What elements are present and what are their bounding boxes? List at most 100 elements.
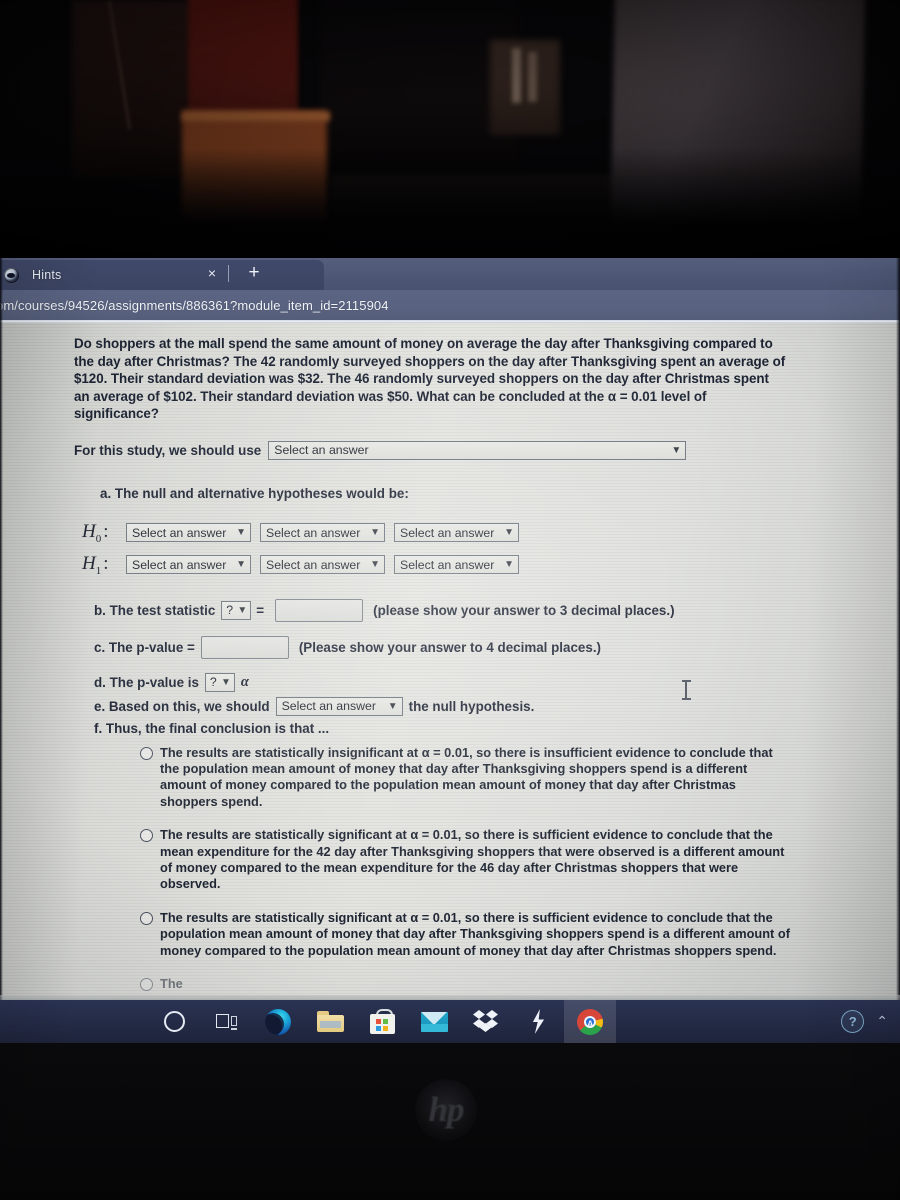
part-b-hint: (please show your answer to 3 decimal pl… — [373, 602, 675, 618]
address-bar-url: om/courses/94526/assignments/886361?modu… — [0, 297, 389, 313]
h0-subscript: 0 — [95, 532, 102, 545]
radio-button-icon[interactable] — [140, 829, 153, 843]
taskbar-item-microsoft-store[interactable] — [356, 1000, 408, 1043]
task-view-icon — [215, 1013, 237, 1030]
file-explorer-icon — [316, 1011, 344, 1032]
chevron-down-icon: ▼ — [236, 559, 246, 571]
dark-room-photo-region — [0, 0, 900, 258]
conclusion-option-2[interactable]: The results are statistically significan… — [140, 827, 795, 893]
chevron-down-icon: ▼ — [671, 444, 682, 456]
test-statistic-input[interactable] — [275, 598, 364, 622]
taskbar-item-chrome[interactable]: A — [564, 1000, 616, 1043]
radio-button-icon[interactable] — [140, 746, 153, 760]
h1-colon: : — [103, 552, 109, 574]
conclusion-option-4[interactable]: The — [140, 976, 795, 992]
chrome-icon: A — [577, 1008, 603, 1035]
taskbar-item-edge[interactable] — [252, 1000, 304, 1043]
system-tray: ? ⌃ — [841, 1000, 888, 1043]
conclusion-option-3-text: The results are statistically significan… — [160, 909, 790, 958]
h0-select-2-value: Select an answer — [266, 525, 361, 540]
new-tab-icon[interactable]: + — [243, 262, 265, 284]
close-icon[interactable]: × — [203, 264, 221, 282]
mail-icon — [420, 1011, 448, 1032]
h0-select-1[interactable]: Select an answer ▼ — [126, 523, 251, 543]
chevron-down-icon: ▼ — [387, 700, 398, 712]
chevron-down-icon: ▼ — [504, 559, 514, 571]
part-d-row: d. The p-value is ? ▼ α — [94, 672, 870, 692]
chrome-profile-badge: A — [587, 1018, 594, 1029]
globe-icon — [4, 267, 19, 283]
h1-select-3[interactable]: Select an answer ▼ — [394, 555, 519, 575]
h1-select-2[interactable]: Select an answer ▼ — [260, 555, 385, 575]
h1-select-2-value: Select an answer — [266, 557, 361, 572]
h0-select-3[interactable]: Select an answer ▼ — [394, 523, 519, 543]
assignment-page: Do shoppers at the mall spend the same a… — [0, 323, 900, 1000]
p-value-comparison-value: ? — [209, 675, 217, 690]
test-statistic-type-value: ? — [226, 603, 234, 618]
screenshot-root: Hints × + om/courses/94526/assignments/8… — [0, 0, 900, 1200]
study-type-select[interactable]: Select an answer ▼ — [268, 440, 687, 460]
taskbar-item-mail[interactable] — [408, 1000, 460, 1043]
part-e-label: e. Based on this, we should — [94, 698, 270, 714]
study-prompt-label: For this study, we should use — [74, 442, 262, 458]
help-icon[interactable]: ? — [841, 1010, 865, 1033]
steps-block: b. The test statistic ? ▼ = (please show… — [94, 598, 870, 736]
decision-select-value: Select an answer — [281, 699, 376, 714]
browser-tab-hints[interactable]: Hints — [0, 260, 324, 290]
taskbar-item-cortana[interactable] — [148, 1000, 200, 1043]
address-bar[interactable]: om/courses/94526/assignments/886361?modu… — [0, 290, 900, 320]
windows-taskbar: A ? ⌃ — [0, 995, 900, 1043]
conclusion-option-3[interactable]: The results are statistically significan… — [140, 910, 795, 959]
microsoft-store-icon — [369, 1009, 395, 1034]
p-value-input[interactable] — [200, 635, 289, 659]
conclusion-option-1[interactable]: The results are statistically insignific… — [140, 745, 795, 811]
taskbar-item-task-view[interactable] — [200, 1000, 252, 1043]
part-d-alpha-symbol: α — [240, 673, 249, 690]
chevron-down-icon: ▼ — [370, 527, 380, 539]
h1-select-1-value: Select an answer — [132, 557, 227, 572]
part-a-label: a. The null and alternative hypotheses w… — [100, 485, 409, 501]
conclusion-options: The results are statistically insignific… — [140, 745, 870, 993]
edge-icon — [265, 1008, 291, 1035]
taskbar-icons: A — [148, 1000, 616, 1043]
problem-statement: Do shoppers at the mall spend the same a… — [74, 336, 786, 422]
tab-divider — [228, 265, 229, 282]
hypothesis-row-alt: H1: Select an answer ▼ Select an answer … — [82, 553, 870, 577]
taskbar-item-file-explorer[interactable] — [304, 1000, 356, 1043]
p-value-comparison-select[interactable]: ? ▼ — [204, 672, 235, 692]
h1-select-1[interactable]: Select an answer ▼ — [126, 555, 251, 575]
tab-strip: Hints × + — [0, 258, 900, 290]
chevron-down-icon: ▼ — [236, 527, 246, 539]
h1-label: H1: — [82, 552, 109, 577]
h0-select-1-value: Select an answer — [132, 525, 227, 540]
part-c-label: c. The p-value = — [94, 639, 195, 655]
screen-edge-right — [896, 258, 900, 1000]
browser-window: Hints × + om/courses/94526/assignments/8… — [0, 258, 900, 1000]
h1-subscript: 1 — [95, 564, 102, 577]
part-e-suffix: the null hypothesis. — [408, 698, 535, 714]
h0-select-2[interactable]: Select an answer ▼ — [260, 523, 385, 543]
test-statistic-type-select[interactable]: ? ▼ — [221, 600, 252, 620]
hp-logo: hp — [415, 1079, 477, 1141]
h0-select-3-value: Select an answer — [400, 525, 495, 540]
radio-button-icon[interactable] — [140, 911, 153, 925]
photo-vignette — [0, 0, 900, 258]
part-f-row: f. Thus, the final conclusion is that ..… — [94, 721, 870, 736]
part-e-row: e. Based on this, we should Select an an… — [94, 696, 870, 716]
h0-label: H0: — [82, 520, 109, 545]
decision-select[interactable]: Select an answer ▼ — [275, 696, 403, 716]
taskbar-item-bolt-app[interactable] — [512, 1000, 564, 1043]
part-b-row: b. The test statistic ? ▼ = (please show… — [94, 598, 870, 622]
screen-edge-left — [0, 258, 3, 1000]
part-d-label: d. The p-value is — [94, 674, 199, 690]
part-c-row: c. The p-value = (Please show your answe… — [94, 635, 870, 659]
chevron-down-icon: ▼ — [370, 559, 380, 571]
tab-title: Hints — [32, 268, 62, 282]
cortana-icon — [163, 1011, 185, 1032]
chevron-down-icon: ▼ — [237, 604, 248, 616]
chevron-up-icon[interactable]: ⌃ — [876, 1013, 888, 1030]
conclusion-option-2-text: The results are statistically significan… — [160, 827, 785, 892]
radio-button-icon[interactable] — [140, 978, 153, 992]
taskbar-item-dropbox[interactable] — [460, 1000, 512, 1043]
conclusion-option-1-text: The results are statistically insignific… — [160, 744, 773, 809]
